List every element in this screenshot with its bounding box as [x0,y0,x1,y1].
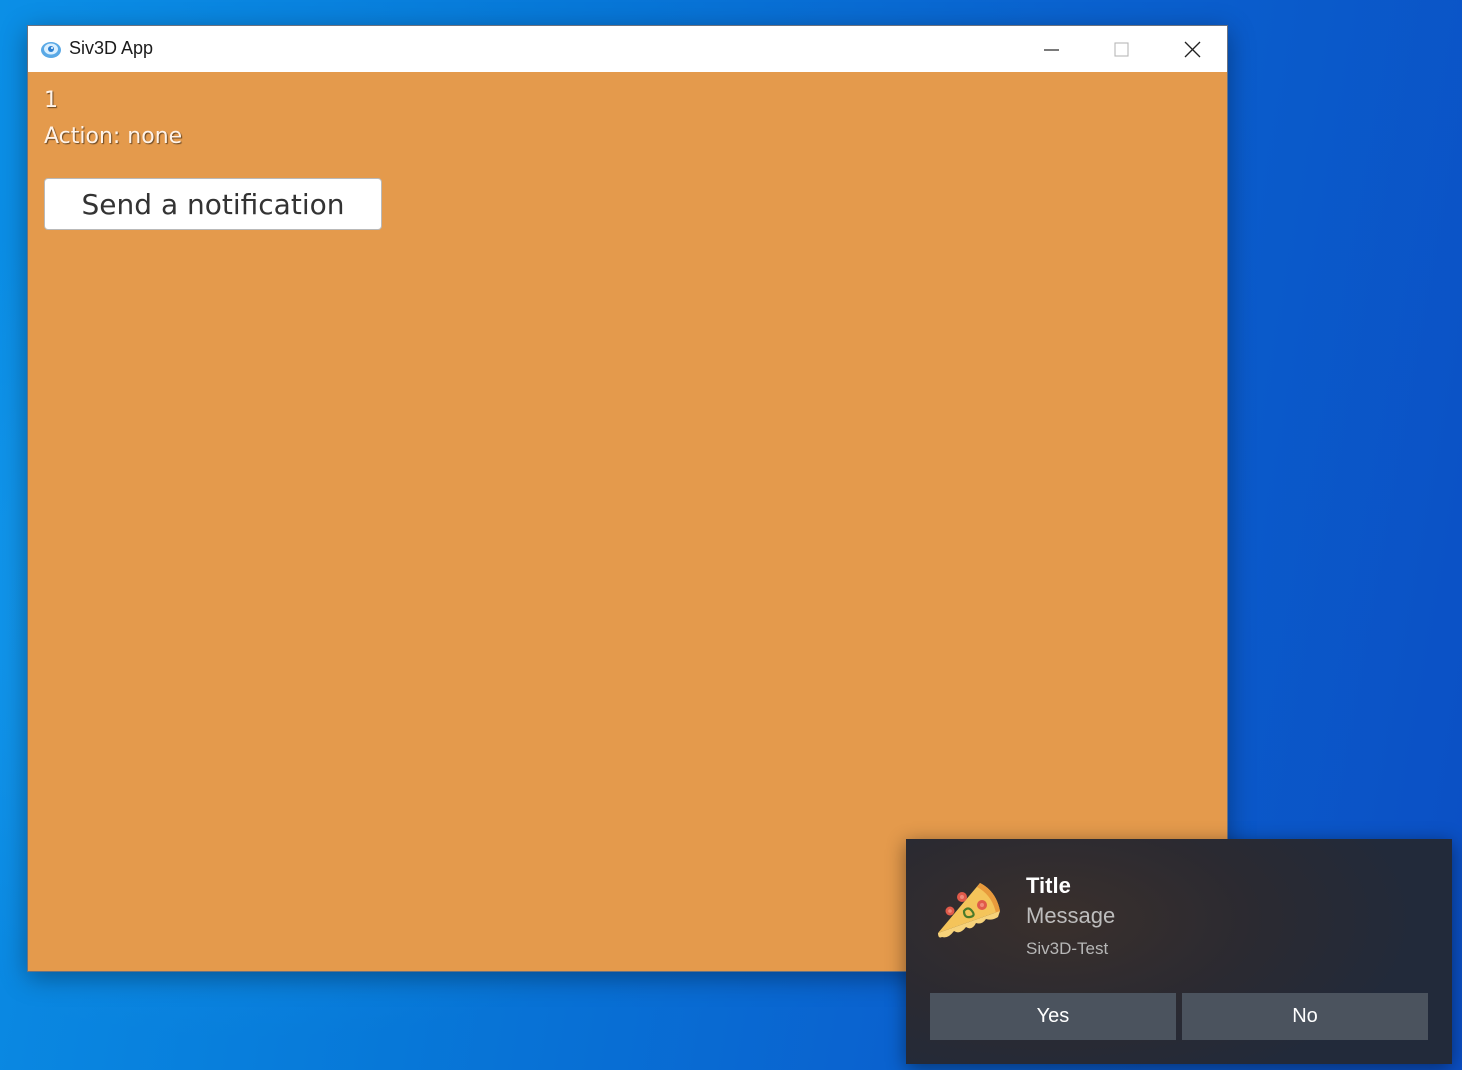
notification-no-button[interactable]: No [1182,993,1428,1040]
notification-yes-button[interactable]: Yes [930,993,1176,1040]
action-label: Action: none [44,124,183,149]
pizza-icon [932,877,1004,947]
app-window: Siv3D App 1 Action: none Send a notifica… [27,25,1228,972]
title-bar[interactable]: Siv3D App [28,26,1227,72]
send-notification-button[interactable]: Send a notification [44,178,382,230]
window-title: Siv3D App [69,38,154,58]
maximize-icon [1114,42,1129,57]
notification-source: Siv3D-Test [1026,939,1109,958]
maximize-button[interactable] [1088,26,1156,72]
notification-message: Message [1026,903,1116,928]
close-button[interactable] [1159,26,1227,72]
toast-notification[interactable]: Title Message Siv3D-Test Yes No [906,839,1452,1064]
notification-title: Title [1026,873,1071,898]
counter-label: 1 [44,88,58,113]
siv3d-icon [40,39,62,59]
close-icon [1184,41,1201,58]
minimize-button[interactable] [1018,26,1086,72]
minimize-icon [1044,49,1059,51]
